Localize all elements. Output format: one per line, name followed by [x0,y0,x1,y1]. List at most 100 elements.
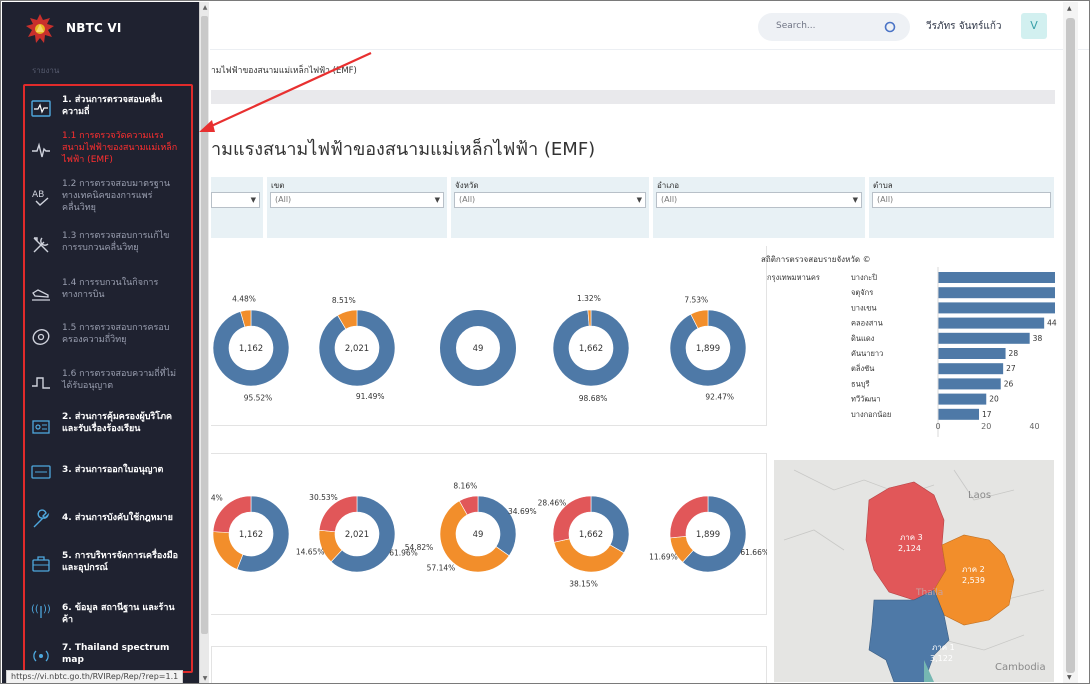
bottom-panel [211,646,767,683]
bar[interactable] [938,287,1055,299]
bar[interactable] [938,378,1001,390]
filter-select[interactable]: (All) ▼ [270,192,444,208]
donut-center-value: 1,162 [239,530,263,540]
bar[interactable] [938,393,987,405]
dropdown-arrow-icon: ▼ [434,196,440,204]
toolbar-strip [211,90,1055,104]
nav-label: 4. ส่วนการบังคับใช้กฎหมาย [62,513,173,523]
donut-center-value: 49 [473,344,484,354]
filter-label: อำเภอ [657,181,680,190]
bar-axis-tick: 0 [935,422,940,431]
donut-chart-row-1: 95.52% 4.48% 1,162 91.49% 8.51% 2,021 49 98.68%… [212,294,747,403]
bar[interactable] [938,408,980,420]
nav-subitem-technical-standard[interactable]: AB 1.2 การตรวจสอบมาตรฐานทางเทคนิคของการแ… [26,178,190,222]
scroll-up-arrow-icon[interactable]: ▲ [1067,5,1072,12]
scroll-up-arrow-icon[interactable]: ▲ [201,4,209,11]
donut-center-value: 1,162 [239,344,263,354]
nav-label: 1. ส่วนการตรวจสอบคลื่นความถี่ [62,95,163,117]
user-name[interactable]: วีรภัทร จันทร์แก้ว [926,19,1002,34]
bar-category-label: บางกะปิ [851,273,877,282]
donut-center-value: 2,021 [345,344,369,354]
main-scroll-thumb[interactable] [1066,18,1075,673]
filter-select[interactable]: (All) ▼ [656,192,862,208]
avatar[interactable]: V [1021,13,1047,39]
main-scrollbar[interactable]: ▲ ▼ [1063,2,1078,683]
donut-slice-label: 1.32% [577,294,601,303]
bar[interactable] [938,317,1045,329]
bar[interactable] [938,363,1004,375]
bar-category-label: บางกอกน้อย [851,410,891,419]
nav-item-licensing[interactable]: 3. ส่วนการออกใบอนุญาต [26,464,190,484]
bar[interactable] [938,302,1055,314]
nav-item-frequency-inspection[interactable]: 1. ส่วนการตรวจสอบคลื่นความถี่ [26,94,190,126]
nav-subitem-occupancy[interactable]: 1.5 การตรวจสอบการครอบครองความถี่วิทยุ [26,322,190,354]
nav-subitem-unlicensed[interactable]: 1.6 การตรวจสอบความถี่ที่ไม่ได้รับอนุญาต [26,368,190,400]
nav-item-base-stations[interactable]: (()) 6. ข้อมูล สถานีฐาน และร้านค้า [26,602,190,625]
donut-center-value: 2,021 [345,530,369,540]
bar-value-label: 27 [1006,364,1016,373]
donut-slice-label: 4% [211,494,223,503]
nav-item-spectrum-map[interactable]: 7. Thailand spectrum map [26,642,190,670]
map-place-label: Cambodia [995,662,1046,673]
bar[interactable] [938,348,1006,359]
donut-center-value: 49 [473,530,484,540]
donut-slice-label: 61.66% [740,548,767,557]
nav-label: 1.4 การรบกวนในกิจการทางการบิน [62,278,159,300]
sidebar-scroll-thumb[interactable] [201,16,208,634]
donut-slice-label: 57.14% [427,564,456,573]
bar-value-label: 28 [1009,349,1019,358]
bar-axis-tick: 20 [981,422,991,431]
bar-axis-tick: 40 [1029,422,1039,431]
donut-center-value: 1,899 [696,530,720,540]
consumer-icon [30,417,52,439]
nav-item-law-enforcement[interactable]: 4. ส่วนการบังคับใช้กฎหมาย [26,509,190,532]
donut-slice-label: 28.46% [538,499,567,508]
sidebar-scrollbar[interactable]: ▲ ▼ [199,2,209,683]
search-icon[interactable] [882,19,898,35]
heartbeat-icon [30,140,52,162]
nav-item-consumer-protection[interactable]: 2. ส่วนการคุ้มครองผู้บริโภคและรับเรื่องร… [26,411,190,443]
region-map[interactable]: ภาค 3 2,124 ภาค 2 2,539 ภาค 1 3,122 Laos… [774,460,1054,682]
donut-slice-label: 34.69% [508,507,537,516]
donut-2-4-slice-1[interactable] [590,495,630,554]
filter-label: เขต [271,181,285,190]
donut-slice-label: 38.15% [569,579,598,588]
search-box[interactable]: Search... [758,13,910,41]
search-input[interactable]: Search... [776,21,816,31]
map-value-region-1: 3,122 [930,654,953,663]
filter-select[interactable]: (All) ▼ [454,192,646,208]
ab-check-icon: AB [30,186,52,208]
bar-category-label: ตลิ่งชัน [851,363,874,373]
bar[interactable] [938,272,1055,283]
scroll-down-arrow-icon[interactable]: ▼ [1067,674,1072,681]
toolbox-icon [30,553,52,575]
nav-label: 6. ข้อมูล สถานีฐาน และร้านค้า [62,603,175,625]
breadcrumb[interactable]: ามไฟฟ้าของสนามแม่เหล็กไฟฟ้า (EMF) [211,63,357,77]
dropdown-arrow-icon: ▼ [250,196,256,204]
nav-label: 1.5 การตรวจสอบการครอบครองความถี่วิทยุ [62,323,170,345]
filter-select[interactable]: (All) [872,192,1051,208]
scroll-down-arrow-icon[interactable]: ▼ [201,675,209,682]
filter-value: (All) [275,195,292,204]
donut-2-3-slice-1[interactable] [477,495,517,557]
filter-select[interactable]: ▼ [211,192,260,208]
filter-subdistrict: ตำบล (All) [869,177,1054,238]
bar[interactable] [938,332,1030,344]
donut-center-value: 1,662 [579,530,603,540]
nbtc-logo-icon [26,14,54,43]
filter-value: (All) [877,195,894,204]
donut-slice-label: 7.53% [684,295,708,304]
nav-subitem-aviation[interactable]: 1.4 การรบกวนในกิจการทางการบิน [26,277,190,309]
donut-slice-label: 91.49% [356,392,385,401]
svg-text:((: (( [31,604,39,615]
bar-value-label: 38 [1033,334,1043,343]
page-title: ามแรงสนามไฟฟ้าของสนามแม่เหล็กไฟฟ้า (EMF) [211,139,596,160]
status-bar-url: https://vi.nbtc.go.th/RVIRep/Rep/?rep=1.… [6,670,184,683]
bar-category-label: บางเขน [851,303,876,312]
brand-name[interactable]: NBTC VI [66,21,122,35]
filter-value: (All) [459,195,476,204]
nav-item-equipment[interactable]: 5. การบริหารจัดการเครื่องมือและอุปกรณ์ [26,550,190,582]
sidebar-header: NBTC VI [2,2,199,56]
nav-subitem-emf[interactable]: 1.1 การตรวจวัดความแรงสนามไฟฟ้าของสนามแม่… [26,130,190,174]
nav-subitem-interference-fix[interactable]: 1.3 การตรวจสอบการแก้ไขการรบกวนคลื่นวิทยุ [26,230,190,262]
